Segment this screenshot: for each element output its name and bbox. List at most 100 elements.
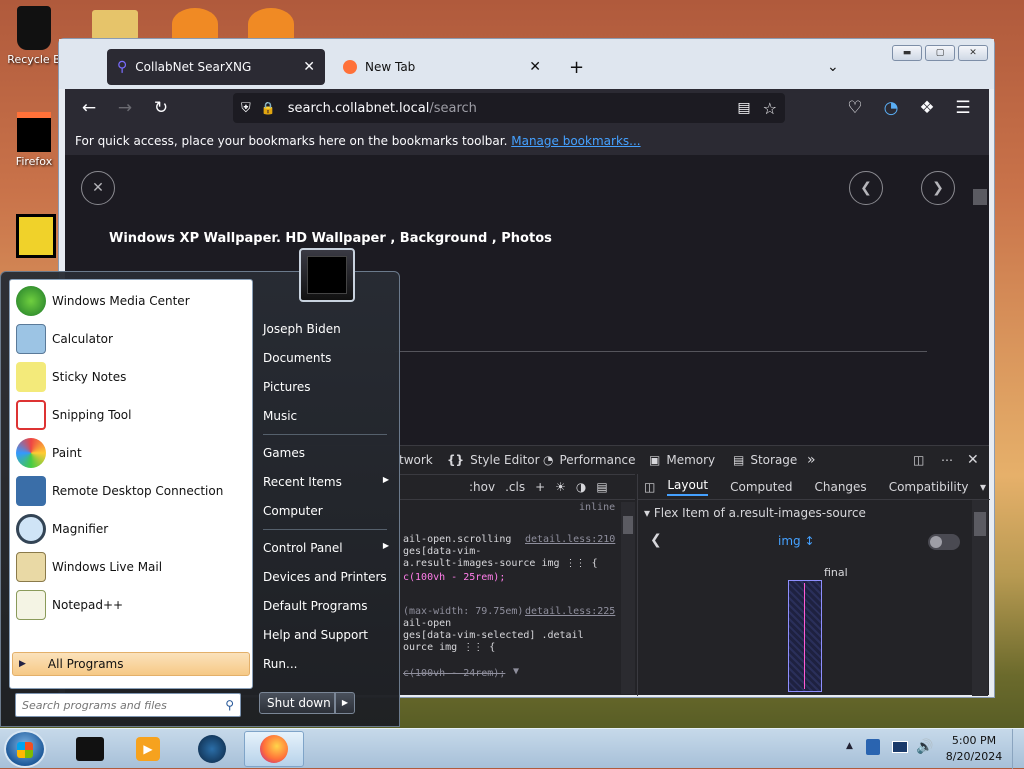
taskbar-app-media-player[interactable]: ▶ [120, 731, 176, 767]
close-tab-icon[interactable]: ✕ [303, 59, 315, 75]
result-title[interactable]: Windows XP Wallpaper. HD Wallpaper , Bac… [109, 231, 552, 246]
print-icon[interactable]: ▤ [596, 480, 607, 494]
right-item-pictures[interactable]: Pictures [263, 380, 311, 394]
close-window-button[interactable]: ✕ [958, 45, 988, 61]
add-rule-icon[interactable]: + [535, 480, 545, 494]
manage-bookmarks-link[interactable]: Manage bookmarks... [511, 134, 640, 148]
right-item-games[interactable]: Games [263, 446, 305, 460]
rules-scrollbar[interactable] [621, 502, 635, 694]
url-bar[interactable]: ⛨ 🔒 search.collabnet.local/search ▤ ☆ [233, 93, 785, 123]
desktop-icon-app[interactable] [16, 214, 56, 258]
tray-volume-icon[interactable]: 🔊 [916, 739, 933, 755]
program-paint[interactable]: Paint [16, 436, 82, 470]
shutdown-button[interactable]: Shut down [259, 692, 335, 714]
layout-tab[interactable]: Layout [667, 478, 709, 496]
light-mode-icon[interactable]: ☀ [555, 480, 566, 494]
program-snipping-tool[interactable]: Snipping Tool [16, 398, 131, 432]
right-item-help-support[interactable]: Help and Support [263, 628, 368, 642]
pocket-icon[interactable]: ♡ [841, 94, 869, 122]
cls-toggle[interactable]: .cls [505, 480, 525, 494]
right-item-devices-printers[interactable]: Devices and Printers [263, 570, 387, 584]
layout-scrollbar[interactable] [972, 500, 988, 696]
desktop-icon-recycle-bin[interactable]: Recycle B [6, 6, 62, 66]
devtools-tab-style-editor[interactable]: {} Style Editor [447, 446, 540, 474]
search-field[interactable] [22, 698, 212, 712]
right-item-computer[interactable]: Computer [263, 504, 323, 518]
list-tabs-icon[interactable]: ⌄ [817, 49, 849, 85]
desktop-icon-folder[interactable] [92, 10, 138, 40]
rule-source-link[interactable]: detail.less:210 [525, 534, 615, 545]
tray-display-icon[interactable] [892, 741, 908, 753]
dark-mode-icon[interactable]: ◑ [576, 480, 586, 494]
rule-source-link[interactable]: detail.less:225 [525, 606, 615, 617]
scrollbar[interactable] [971, 155, 987, 445]
show-desktop-button[interactable] [1012, 729, 1024, 769]
right-item-user[interactable]: Joseph Biden [263, 322, 341, 336]
taskbar-app-firefox[interactable] [244, 731, 304, 767]
filter-icon[interactable]: ▼ [513, 666, 519, 677]
computed-tab[interactable]: Computed [730, 480, 792, 494]
maximize-button[interactable]: ▢ [925, 45, 955, 61]
flex-item-header[interactable]: ▾ Flex Item of a.result-images-source [644, 506, 866, 520]
highlight-toggle[interactable] [928, 534, 960, 550]
program-remote-desktop[interactable]: Remote Desktop Connection [16, 474, 223, 508]
user-picture[interactable] [299, 248, 355, 302]
account-icon[interactable]: ◔ [877, 94, 905, 122]
back-icon[interactable]: ❮ [650, 532, 662, 548]
tray-network-icon[interactable] [866, 739, 880, 755]
taskbar-app-globe[interactable] [184, 731, 240, 767]
right-item-default-programs[interactable]: Default Programs [263, 599, 368, 613]
show-hidden-icons[interactable]: ▲ [846, 741, 853, 751]
tab-searxng[interactable]: ⚲ CollabNet SearXNG ✕ [107, 49, 325, 85]
bookmark-star-icon[interactable]: ☆ [763, 99, 777, 118]
new-tab-button[interactable]: + [559, 49, 594, 85]
shutdown-options-button[interactable]: ▶ [335, 692, 355, 714]
extensions-icon[interactable]: ❖ [913, 94, 941, 122]
element-selector[interactable]: img ↕ [778, 534, 815, 548]
tab-new-tab[interactable]: New Tab ✕ [333, 49, 551, 85]
scrollbar-thumb[interactable] [974, 512, 986, 536]
search-input[interactable]: ⚲ [15, 693, 241, 717]
taskbar-app-terminal[interactable] [62, 731, 118, 767]
program-windows-live-mail[interactable]: Windows Live Mail [16, 550, 162, 584]
previous-button[interactable]: ❮ [849, 171, 883, 205]
desktop-icon-app2[interactable] [172, 8, 218, 40]
close-tab-icon[interactable]: ✕ [529, 59, 541, 75]
program-magnifier[interactable]: Magnifier [16, 512, 108, 546]
devtools-tab-storage[interactable]: ▤ Storage [733, 446, 797, 474]
reader-view-icon[interactable]: ▤ [737, 100, 750, 116]
close-detail-button[interactable]: ✕ [81, 171, 115, 205]
minimize-button[interactable]: ▬ [892, 45, 922, 61]
back-icon[interactable]: ← [75, 94, 103, 122]
right-item-control-panel[interactable]: Control Panel ▶ [263, 541, 389, 555]
forward-icon[interactable]: → [111, 94, 139, 122]
changes-tab[interactable]: Changes [814, 480, 866, 494]
right-item-recent-items[interactable]: Recent Items ▶ [263, 475, 389, 489]
next-button[interactable]: ❯ [921, 171, 955, 205]
more-options-icon[interactable]: ⋯ [941, 446, 953, 474]
desktop-icon-app3[interactable] [248, 8, 294, 40]
scrollbar-thumb[interactable] [973, 189, 987, 205]
devtools-tab-memory[interactable]: ▣ Memory [649, 446, 715, 474]
scrollbar-thumb[interactable] [623, 516, 633, 534]
clock[interactable]: 5:00 PM 8/20/2024 [944, 733, 1004, 765]
devtools-tab-network[interactable]: twork [399, 446, 433, 474]
right-item-run[interactable]: Run... [263, 657, 297, 671]
dock-icon[interactable]: ◫ [913, 446, 924, 474]
program-notepad-plus-plus[interactable]: Notepad++ [16, 588, 123, 622]
right-item-music[interactable]: Music [263, 409, 297, 423]
menu-icon[interactable]: ☰ [949, 94, 977, 122]
devtools-tab-performance[interactable]: ◔ Performance [543, 446, 636, 474]
program-calculator[interactable]: Calculator [16, 322, 113, 356]
toggle-sidebar-icon[interactable]: ◫ [644, 480, 655, 494]
reload-icon[interactable]: ↻ [147, 94, 175, 122]
program-sticky-notes[interactable]: Sticky Notes [16, 360, 126, 394]
hov-toggle[interactable]: :hov [469, 480, 495, 494]
chevron-down-icon[interactable]: ▾ [980, 480, 986, 494]
start-button[interactable] [4, 730, 46, 768]
desktop-icon-firefox[interactable]: Firefox [6, 112, 62, 168]
program-windows-media-center[interactable]: Windows Media Center [16, 284, 190, 318]
right-item-documents[interactable]: Documents [263, 351, 331, 365]
compatibility-tab[interactable]: Compatibility [889, 480, 969, 494]
all-programs-button[interactable]: ▶ All Programs [12, 652, 250, 676]
